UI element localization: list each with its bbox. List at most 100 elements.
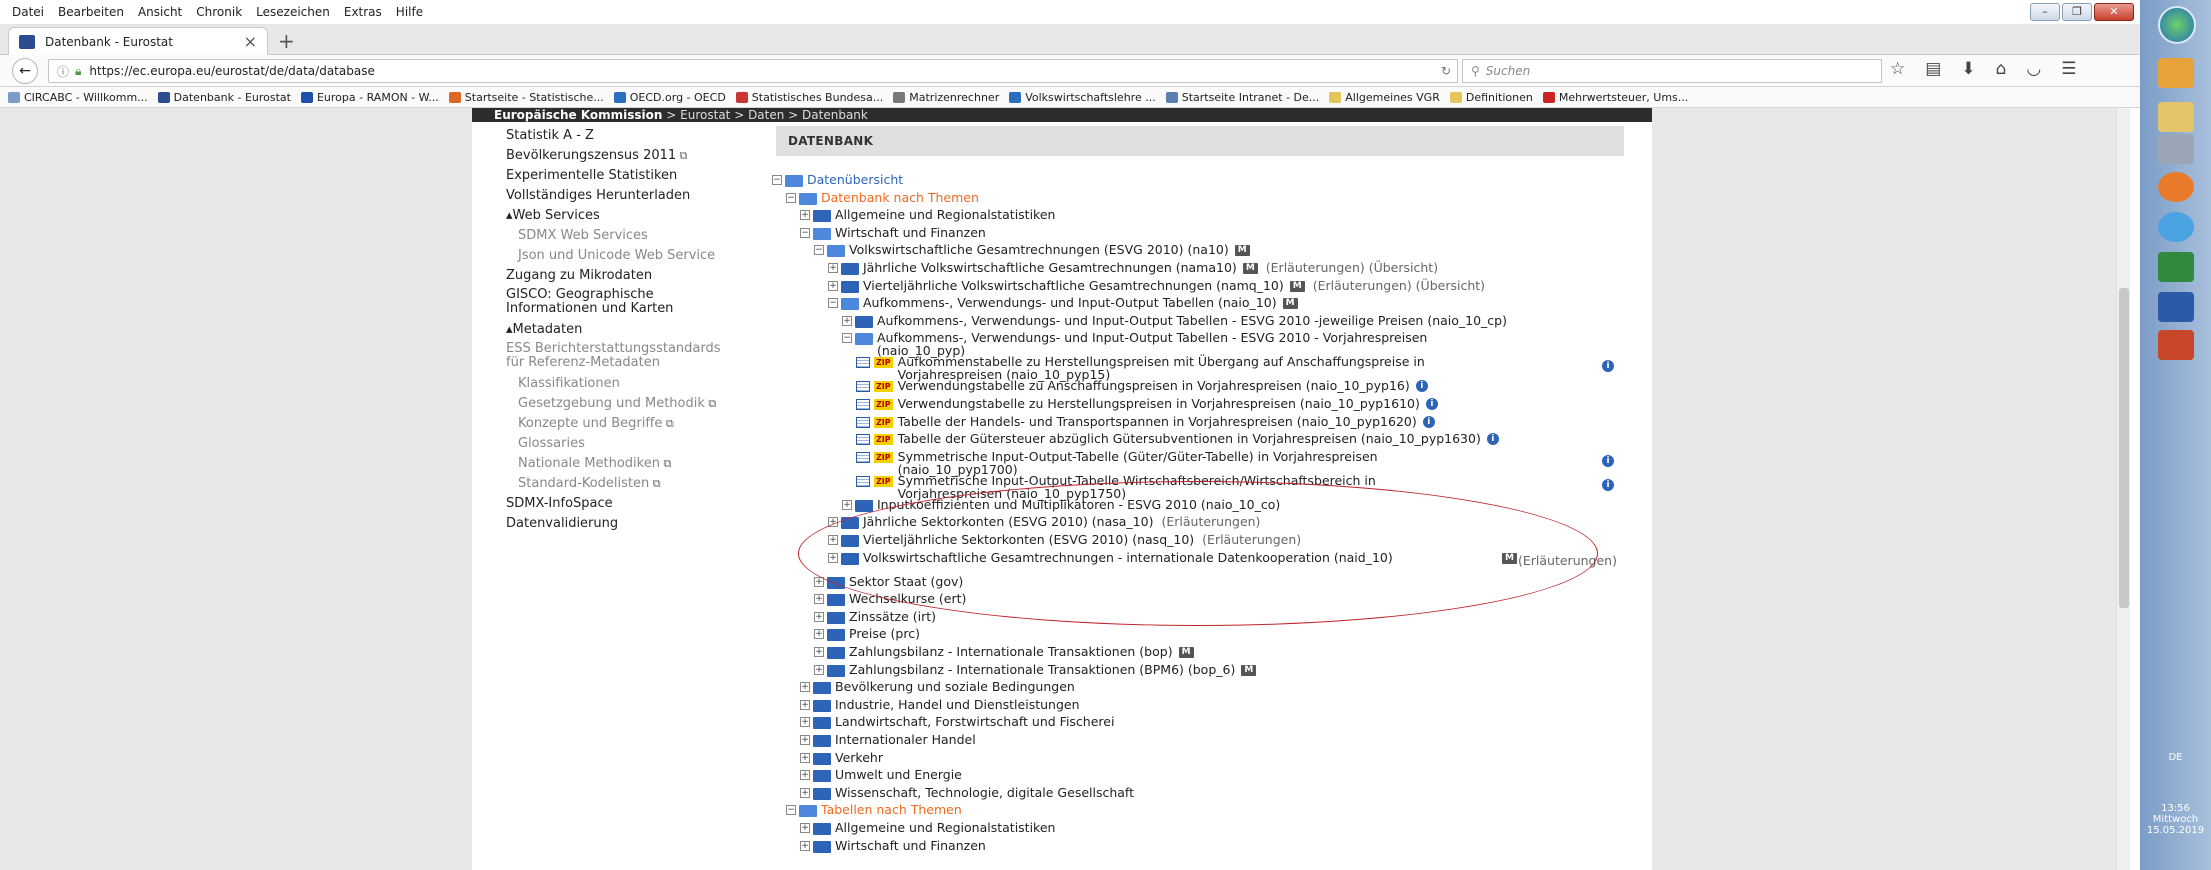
table-view-icon[interactable] bbox=[856, 451, 870, 463]
dataset-row[interactable]: ZIP Verwendungstabelle zu Anschaffungspre… bbox=[856, 379, 1410, 393]
menu-bearbeiten[interactable]: Bearbeiten bbox=[58, 5, 124, 19]
dataset-row[interactable]: ZIP Symmetrische Input-Output-Tabelle Wir… bbox=[856, 474, 1458, 500]
zip-download-icon[interactable]: ZIP bbox=[874, 399, 893, 410]
tree-node-label[interactable]: Bevölkerung und soziale Bedingungen bbox=[835, 680, 1075, 694]
expand-icon[interactable]: + bbox=[842, 315, 852, 326]
bookmark-item[interactable]: Volkswirtschaftslehre ... bbox=[1009, 91, 1156, 104]
tree-node-label[interactable]: Datenbank nach Themen bbox=[821, 190, 979, 205]
tree-node[interactable]: + Preise (prc) bbox=[814, 627, 920, 642]
download-icon[interactable]: ⬇ bbox=[1961, 59, 1975, 79]
leftnav-item[interactable]: Gesetzgebung und Methodik ⧉ bbox=[506, 394, 786, 414]
bookmark-item[interactable]: Europa - RAMON - W... bbox=[300, 91, 439, 104]
tree-node-label[interactable]: Symmetrische Input-Output-Tabelle (Güter… bbox=[898, 450, 1458, 476]
powerpoint-icon[interactable] bbox=[2158, 330, 2194, 360]
minimize-button[interactable]: – bbox=[2030, 3, 2060, 21]
zip-download-icon[interactable]: ZIP bbox=[874, 434, 893, 446]
tree-node-label[interactable]: Tabellen nach Themen bbox=[821, 803, 962, 817]
expand-icon[interactable]: + bbox=[814, 647, 824, 657]
tree-node-label[interactable]: Verwendungstabelle zu Herstellungspreise… bbox=[898, 397, 1420, 411]
leftnav-item[interactable]: Experimentelle Statistiken bbox=[506, 166, 786, 186]
bookmark-item[interactable]: Datenbank - Eurostat bbox=[157, 91, 291, 104]
tree-node[interactable]: + Bevölkerung und soziale Bedingungen bbox=[800, 680, 1075, 695]
leftnav-item[interactable]: SDMX Web Services bbox=[506, 226, 786, 246]
bookmark-item[interactable]: Startseite - Statistische... bbox=[448, 91, 604, 104]
zip-download-icon[interactable]: ZIP bbox=[874, 416, 893, 428]
scrollbar-thumb[interactable] bbox=[2119, 288, 2129, 608]
tree-node[interactable]: + Zahlungsbilanz - Internationale Transak… bbox=[814, 645, 1194, 659]
table-view-icon[interactable] bbox=[856, 357, 870, 369]
menu-chronik[interactable]: Chronik bbox=[196, 5, 242, 19]
metadata-icon[interactable]: M bbox=[1241, 664, 1257, 676]
leftnav-item[interactable]: Bevölkerungszensus 2011 ⧉ bbox=[506, 146, 786, 166]
info-icon[interactable]: i bbox=[1486, 433, 1499, 446]
bookmark-item[interactable]: Allgemeines VGR bbox=[1329, 91, 1440, 104]
bookmark-item[interactable]: Mehrwertsteuer, Ums... bbox=[1542, 91, 1688, 104]
expand-icon[interactable]: + bbox=[814, 576, 824, 587]
tree-node[interactable]: − Aufkommens-, Verwendungs- und Input-Out… bbox=[828, 296, 1298, 311]
windows-start-icon[interactable] bbox=[2158, 6, 2196, 44]
collapse-icon[interactable]: − bbox=[772, 175, 782, 185]
collapse-icon[interactable]: − bbox=[786, 192, 796, 203]
bookmark-item[interactable]: Definitionen bbox=[1449, 91, 1533, 104]
tree-node[interactable]: − Wirtschaft und Finanzen bbox=[800, 225, 986, 240]
tree-node-label[interactable]: Jährliche Sektorkonten (ESVG 2010) (nasa… bbox=[863, 515, 1153, 529]
leftnav-item[interactable]: ▴Metadaten bbox=[506, 320, 786, 340]
leftnav-item[interactable]: Statistik A - Z bbox=[506, 126, 786, 146]
zip-download-icon[interactable]: ZIP bbox=[874, 475, 893, 487]
dataset-row[interactable]: ZIP Tabelle der Gütersteuer abzüglich Güt… bbox=[856, 432, 1481, 446]
info-icon[interactable]: i bbox=[1425, 398, 1438, 410]
leftnav-item[interactable]: Standard-Kodelisten ⧉ bbox=[506, 474, 786, 494]
tree-node-label[interactable]: Verwendungstabelle zu Anschaffungspreise… bbox=[898, 379, 1410, 393]
tree-node-label[interactable]: Inputkoeffizienten und Multiplikatoren -… bbox=[877, 497, 1280, 512]
expand-icon[interactable]: + bbox=[800, 770, 810, 781]
info-icon[interactable]: i bbox=[1602, 454, 1614, 467]
pocket-icon[interactable]: ◡ bbox=[2026, 59, 2041, 79]
explanations-link[interactable]: (Erläuterungen) (Übersicht) bbox=[1313, 278, 1485, 293]
info-icon[interactable]: ⓘ bbox=[57, 63, 69, 80]
zip-download-icon[interactable]: ZIP bbox=[874, 451, 893, 463]
leftnav-item[interactable]: Json und Unicode Web Service bbox=[506, 246, 786, 266]
expand-icon[interactable]: + bbox=[814, 594, 824, 605]
collapse-icon[interactable]: − bbox=[786, 805, 796, 816]
collapse-icon[interactable]: − bbox=[800, 227, 810, 238]
tree-node-label[interactable]: Industrie, Handel und Dienstleistungen bbox=[835, 697, 1080, 712]
library-icon[interactable]: ▤ bbox=[1925, 59, 1941, 79]
tree-node-label[interactable]: Sektor Staat (gov) bbox=[849, 574, 963, 589]
expand-icon[interactable]: + bbox=[842, 499, 852, 510]
dataset-row[interactable]: ZIP Tabelle der Handels- und Transportspa… bbox=[856, 414, 1417, 429]
tree-node-label[interactable]: Tabelle der Gütersteuer abzüglich Güters… bbox=[898, 432, 1481, 446]
close-window-button[interactable]: ✕ bbox=[2094, 3, 2134, 21]
expand-icon[interactable]: + bbox=[800, 840, 810, 851]
expand-icon[interactable]: + bbox=[828, 552, 838, 563]
expand-icon[interactable]: + bbox=[800, 210, 810, 221]
tree-node[interactable]: + Wirtschaft und Finanzen bbox=[800, 838, 986, 853]
tab-datenbank-eurostat[interactable]: Datenbank - Eurostat × bbox=[8, 27, 268, 55]
tree-node-label[interactable]: Aufkommens-, Verwendungs- und Input-Outp… bbox=[863, 296, 1277, 310]
bookmark-item[interactable]: Matrizenrechner bbox=[893, 91, 999, 104]
zip-download-icon[interactable]: ZIP bbox=[874, 381, 893, 393]
bookmark-item[interactable]: Statistisches Bundesa... bbox=[735, 91, 883, 104]
tree-node[interactable]: + Zahlungsbilanz - Internationale Transak… bbox=[814, 662, 1257, 677]
zip-download-icon[interactable]: ZIP bbox=[874, 357, 893, 369]
metadata-icon[interactable]: M bbox=[1234, 245, 1250, 257]
menu-lesezeichen[interactable]: Lesezeichen bbox=[256, 5, 330, 19]
excel-icon[interactable] bbox=[2158, 252, 2194, 282]
tree-node-label[interactable]: Aufkommens-, Verwendungs- und Input-Outp… bbox=[877, 313, 1507, 328]
menu-hamburger-icon[interactable]: ☰ bbox=[2061, 59, 2076, 79]
tree-node[interactable]: + Inputkoeffizienten und Multiplikatoren … bbox=[842, 497, 1280, 512]
maximize-button[interactable]: ❐ bbox=[2062, 3, 2092, 21]
tree-node-label[interactable]: Preise (prc) bbox=[849, 627, 920, 641]
tree-node-label[interactable]: Vierteljährliche Sektorkonten (ESVG 2010… bbox=[863, 533, 1194, 547]
tree-node[interactable]: + Allgemeine und Regionalstatistiken bbox=[800, 208, 1055, 223]
tree-node[interactable]: − Tabellen nach Themen bbox=[786, 803, 962, 818]
tree-node-label[interactable]: Umwelt und Energie bbox=[835, 768, 962, 782]
table-view-icon[interactable] bbox=[856, 381, 870, 393]
bookmark-item[interactable]: CIRCABC - Willkomm... bbox=[8, 91, 148, 104]
address-bar[interactable]: ⓘ 🔒︎ https://ec.europa.eu/eurostat/de/da… bbox=[48, 59, 1458, 83]
tree-node[interactable]: + Landwirtschaft, Forstwirtschaft und Fis… bbox=[800, 715, 1114, 730]
clock-time[interactable]: 13:56 bbox=[2140, 803, 2211, 814]
menu-extras[interactable]: Extras bbox=[344, 5, 382, 19]
explanations-link[interactable]: (Erläuterungen) bbox=[1518, 553, 1617, 568]
explanations-link[interactable]: (Erläuterungen) bbox=[1161, 515, 1260, 529]
bookmark-star-icon[interactable]: ☆ bbox=[1890, 59, 1905, 79]
